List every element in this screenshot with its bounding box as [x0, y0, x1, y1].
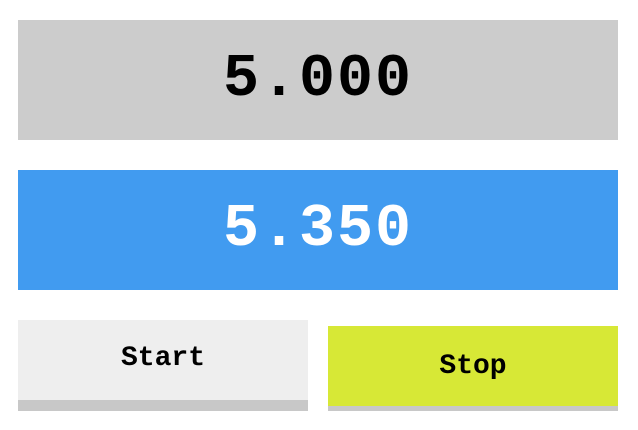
stop-button-label: Stop [439, 350, 507, 382]
elapsed-time-display: 5.350 [18, 170, 618, 290]
target-time-display: 5.000 [18, 20, 618, 140]
target-time-value: 5.000 [222, 46, 414, 114]
start-button[interactable]: Start [18, 320, 308, 411]
stopwatch-app: 5.000 5.350 Start Stop [0, 0, 638, 430]
elapsed-time-value: 5.350 [222, 196, 414, 264]
start-button-label: Start [120, 342, 205, 374]
stop-button[interactable]: Stop [328, 326, 618, 411]
